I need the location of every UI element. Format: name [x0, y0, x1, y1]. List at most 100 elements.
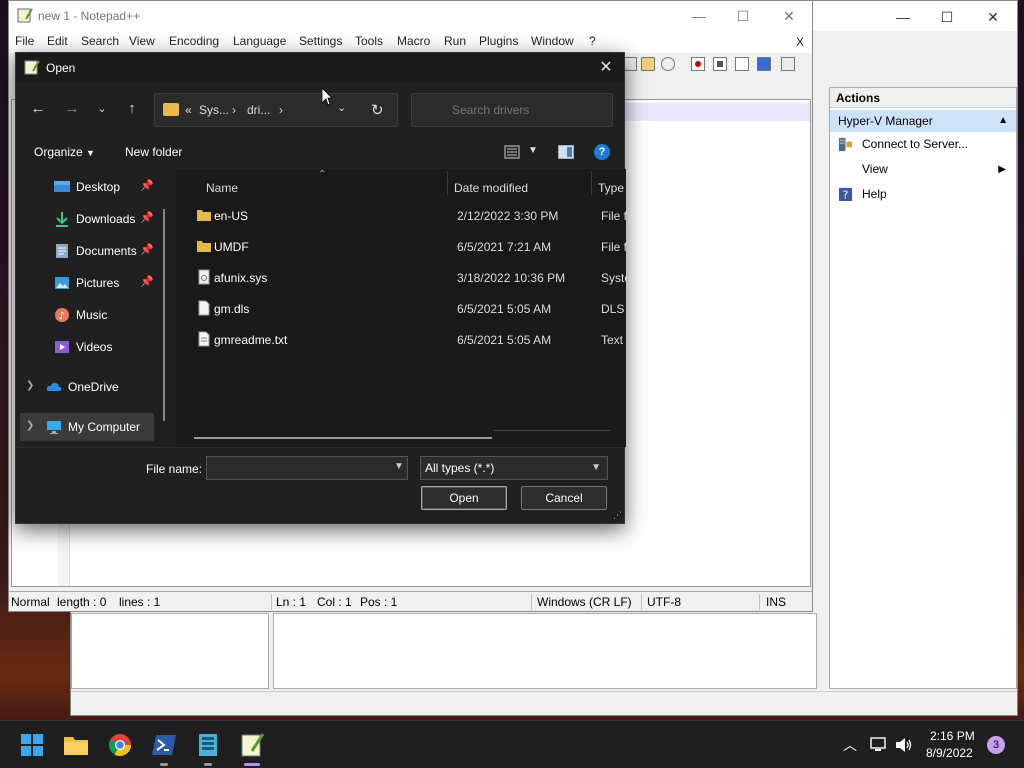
notification-badge[interactable]: 3	[987, 736, 1005, 754]
maximize-icon[interactable]: ☐	[725, 6, 761, 26]
menu-search[interactable]: Search	[81, 34, 119, 48]
horizontal-scrollbar-thumb[interactable]	[194, 437, 492, 439]
file-row[interactable]: afunix.sys 3/18/2022 10:36 PM System fil…	[188, 263, 627, 291]
view-options-icon[interactable]	[504, 144, 520, 160]
windows-start-icon[interactable]	[18, 731, 46, 759]
nav-item-documents[interactable]: Documents 📌	[16, 237, 168, 265]
file-row[interactable]: en-US 2/12/2022 3:30 PM File folder	[188, 201, 627, 229]
file-name-input[interactable]	[206, 456, 408, 480]
minimize-icon[interactable]: —	[681, 6, 717, 26]
organize-button[interactable]: Organize ▼	[34, 145, 95, 159]
menu-view[interactable]: View	[129, 34, 155, 48]
hyperv-manager-icon[interactable]	[194, 731, 222, 759]
navigation-pane: Desktop 📌 Downloads 📌 Documents 📌 Pictur…	[16, 169, 172, 447]
column-header-date-modified[interactable]: Date modified	[454, 181, 528, 195]
menu-help[interactable]: ?	[589, 34, 596, 48]
nav-item-downloads[interactable]: Downloads 📌	[16, 205, 168, 233]
close-document-button[interactable]: X	[796, 35, 804, 49]
menu-plugins[interactable]: Plugins	[479, 34, 518, 48]
volume-icon[interactable]	[895, 737, 913, 753]
menu-encoding[interactable]: Encoding	[169, 34, 219, 48]
column-header-type[interactable]: Type	[598, 181, 624, 195]
chrome-icon[interactable]	[106, 731, 134, 759]
toolbar-shape-icon[interactable]	[661, 57, 675, 71]
menu-language[interactable]: Language	[233, 34, 286, 48]
minimize-icon[interactable]: —	[883, 7, 923, 27]
toolbar-folder-icon[interactable]	[641, 57, 655, 71]
network-icon[interactable]	[870, 737, 888, 753]
nav-item-videos[interactable]: Videos	[16, 333, 168, 361]
recent-locations-chevron-icon[interactable]: ⌄	[92, 97, 112, 121]
powershell-icon[interactable]	[150, 731, 178, 759]
file-name: gmreadme.txt	[214, 333, 288, 347]
forward-arrow-icon[interactable]: →	[62, 97, 82, 121]
save-macro-icon[interactable]	[781, 57, 795, 71]
help-icon[interactable]: ?	[594, 144, 610, 160]
file-type-select[interactable]: All types (*.*) ▼	[420, 456, 608, 480]
search-input[interactable]	[411, 93, 613, 127]
column-separator[interactable]	[591, 171, 592, 195]
actions-header: Actions	[830, 88, 1016, 108]
close-icon[interactable]: ✕	[594, 56, 618, 80]
cancel-button[interactable]: Cancel	[521, 486, 607, 510]
maximize-icon[interactable]: ☐	[927, 7, 967, 27]
run-macro-multiple-icon[interactable]	[757, 57, 771, 71]
play-macro-icon[interactable]	[735, 57, 749, 71]
toolbar-tool-icon[interactable]	[623, 57, 637, 71]
menu-tools[interactable]: Tools	[355, 34, 383, 48]
status-encoding: UTF-8	[647, 595, 681, 609]
back-arrow-icon[interactable]: ←	[28, 97, 48, 121]
up-arrow-icon[interactable]: ↑	[122, 97, 142, 121]
stop-macro-icon[interactable]	[713, 57, 727, 71]
file-type: System file	[601, 271, 627, 285]
menu-file[interactable]: File	[15, 34, 34, 48]
nav-item-desktop[interactable]: Desktop 📌	[16, 173, 168, 201]
address-bar[interactable]: « Sys... › dri... › ⌄ ↻	[154, 93, 398, 127]
file-row[interactable]: UMDF 6/5/2021 7:21 AM File folder	[188, 232, 627, 260]
nav-item-my-computer[interactable]: ❯ My Computer	[20, 413, 154, 441]
chevron-right-icon[interactable]: ❯	[26, 380, 34, 391]
file-explorer-icon[interactable]	[62, 731, 90, 759]
new-folder-button[interactable]: New folder	[125, 145, 182, 159]
menu-run[interactable]: Run	[444, 34, 466, 48]
active-app-indicator	[244, 763, 260, 766]
preview-pane-icon[interactable]	[558, 145, 574, 159]
horizontal-scrollbar-track[interactable]	[494, 430, 610, 431]
breadcrumb-drivers[interactable]: dri...	[247, 103, 270, 117]
file-row[interactable]: gmreadme.txt 6/5/2021 5:05 AM Text Docum…	[188, 325, 627, 353]
clock-time[interactable]: 2:16 PM	[930, 729, 975, 743]
menu-edit[interactable]: Edit	[47, 34, 68, 48]
column-header-name[interactable]: Name	[206, 181, 238, 195]
notepadpp-icon[interactable]	[238, 731, 266, 759]
collapse-up-icon[interactable]: ▲	[998, 110, 1008, 132]
close-icon[interactable]: ✕	[973, 7, 1013, 27]
menu-settings[interactable]: Settings	[299, 34, 342, 48]
navigation-scrollbar[interactable]	[163, 209, 165, 421]
menu-macro[interactable]: Macro	[397, 34, 430, 48]
resize-grip-icon[interactable]: ⋰	[613, 510, 622, 521]
file-row[interactable]: gm.dls 6/5/2021 5:05 AM DLS File	[188, 294, 627, 322]
action-connect-to-server[interactable]: Connect to Server...	[830, 132, 1016, 157]
actions-section-hyperv-manager[interactable]: Hyper-V Manager ▲	[830, 110, 1016, 132]
status-insert: INS	[766, 595, 787, 609]
column-separator[interactable]	[447, 171, 448, 195]
nav-item-onedrive[interactable]: ❯ OneDrive	[16, 373, 168, 401]
record-macro-icon[interactable]	[691, 57, 705, 71]
breadcrumb-overflow[interactable]: «	[185, 103, 192, 117]
open-button[interactable]: Open	[421, 486, 507, 510]
action-view[interactable]: View ▶	[830, 157, 1016, 182]
file-name-dropdown-chevron-icon[interactable]: ▼	[394, 461, 404, 472]
nav-item-pictures[interactable]: Pictures 📌	[16, 269, 168, 297]
nav-item-music[interactable]: ♪ Music	[16, 301, 168, 329]
view-dropdown-chevron-icon[interactable]: ▼	[528, 145, 538, 156]
action-help[interactable]: ? Help	[830, 182, 1016, 207]
menu-window[interactable]: Window	[531, 34, 574, 48]
show-hidden-icons-chevron-icon[interactable]: ︿	[843, 735, 857, 755]
breadcrumb-system32[interactable]: Sys...	[199, 103, 229, 117]
refresh-icon[interactable]: ↻	[371, 101, 384, 119]
running-indicator	[204, 763, 212, 766]
chevron-right-icon[interactable]: ❯	[26, 420, 34, 431]
address-dropdown-chevron-icon[interactable]: ⌄	[337, 101, 346, 114]
close-icon[interactable]: ✕	[771, 6, 807, 26]
clock-date[interactable]: 8/9/2022	[926, 746, 973, 760]
